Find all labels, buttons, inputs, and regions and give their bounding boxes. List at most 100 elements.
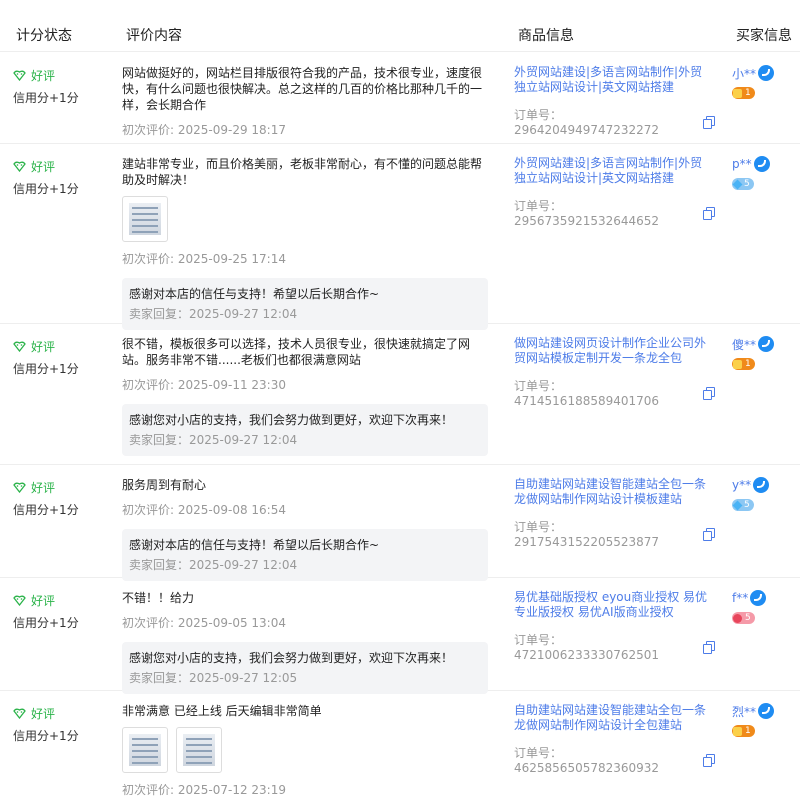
good-rating: 好评 (13, 158, 113, 174)
review-text: 建站非常专业，而且价格美丽，老板非常耐心，有不懂的问题总能帮助及时解决！ (122, 157, 483, 187)
buyer-cell: y** 5 (732, 477, 798, 512)
credit-score: 信用分+1分 (13, 729, 79, 743)
goods-cell: 自助建站网站建设智能建站全包一条龙做网站制作网站设计全包建站 订单号：46258… (514, 703, 715, 775)
copy-icon[interactable] (703, 387, 715, 400)
score-cell: 好评 信用分+1分 (13, 67, 113, 106)
buyer-level-badge: 1 (732, 725, 755, 737)
review-text: 很不错，模板很多可以选择，技术人员很专业，很快速就搞定了网站。服务非常不错...… (122, 337, 471, 367)
review-image[interactable] (122, 196, 168, 242)
goods-cell: 做网站建设网页设计制作企业公司外贸网站模板定制开发一条龙全包 订单号：47145… (514, 336, 715, 408)
goods-cell: 易优基础版授权 eyou商业授权 易优专业版授权 易优AI版商业授权 订单号：4… (514, 590, 715, 662)
copy-icon[interactable] (703, 528, 715, 541)
buyer-nickname: y** (732, 478, 752, 492)
order-number: 订单号：2964204949747232272 (514, 106, 715, 137)
buyer-level-badge: 5 (732, 178, 754, 190)
goods-cell: 自助建站网站建设智能建站全包一条龙做网站制作网站设计模板建站 订单号：29175… (514, 477, 715, 549)
buyer-name: y** (732, 477, 798, 493)
goods-link[interactable]: 做网站建设网页设计制作企业公司外贸网站模板定制开发一条龙全包 (514, 336, 714, 366)
header-goods: 商品信息 (518, 28, 574, 44)
buyer-nickname: 小** (732, 66, 757, 81)
goods-link[interactable]: 易优基础版授权 eyou商业授权 易优专业版授权 易优AI版商业授权 (514, 590, 714, 620)
review-image[interactable] (176, 727, 222, 773)
heart-icon (733, 613, 742, 623)
goods-link[interactable]: 外贸网站建设|多语言网站制作|外贸独立站网站设计|英文网站搭建 (514, 156, 714, 186)
header-score: 计分状态 (16, 28, 72, 44)
chat-icon[interactable] (753, 477, 770, 493)
order-number-text: 订单号：4625856505782360932 (514, 746, 660, 775)
buyer-nickname: 烈** (732, 704, 757, 719)
score-cell: 好评 信用分+1分 (13, 705, 113, 744)
buyer-nickname: 傻** (732, 337, 757, 352)
review-date: 初次评价: 2025-09-25 17:14 (122, 252, 286, 266)
buyer-name: 烈** (732, 703, 798, 719)
goods-link[interactable]: 外贸网站建设|多语言网站制作|外贸独立站网站设计|英文网站搭建 (514, 65, 714, 95)
good-rating-icon (13, 341, 26, 352)
seller-reply: 感谢对本店的信任与支持！希望以后长期合作~ 卖家回复：2025-09-27 12… (122, 278, 488, 330)
review-content: 建站非常专业，而且价格美丽，老板非常耐心，有不懂的问题总能帮助及时解决！ 初次评… (122, 156, 492, 330)
rating-label: 好评 (31, 706, 56, 721)
buyer-name: 傻** (732, 336, 798, 352)
review-images (122, 727, 492, 773)
order-number: 订单号：2917543152205523877 (514, 518, 715, 549)
chat-icon[interactable] (750, 590, 767, 606)
bag-icon (733, 88, 742, 98)
rating-label: 好评 (31, 159, 56, 174)
score-cell: 好评 信用分+1分 (13, 592, 113, 631)
order-number-text: 订单号：2964204949747232272 (514, 108, 660, 137)
buyer-level-badge: 5 (732, 499, 754, 511)
copy-icon[interactable] (703, 116, 715, 129)
buyer-name: 小** (732, 65, 798, 81)
copy-icon[interactable] (703, 207, 715, 220)
buyer-cell: 傻** 1 (732, 336, 798, 372)
good-rating: 好评 (13, 479, 113, 495)
goods-link[interactable]: 自助建站网站建设智能建站全包一条龙做网站制作网站设计模板建站 (514, 477, 714, 507)
order-number: 订单号：4714516188589401706 (514, 377, 715, 408)
good-rating-icon (13, 482, 26, 493)
good-rating: 好评 (13, 592, 113, 608)
buyer-cell: f** 5 (732, 590, 798, 626)
credit-score: 信用分+1分 (13, 362, 79, 376)
order-number: 订单号：4721006233330762501 (514, 631, 715, 662)
buyer-level: 1 (745, 88, 751, 98)
chat-icon[interactable] (753, 156, 770, 172)
reply-date: 卖家回复：2025-09-27 12:05 (129, 671, 298, 685)
review-date: 初次评价: 2025-07-12 23:19 (122, 783, 286, 797)
copy-icon[interactable] (703, 754, 715, 767)
review-date: 初次评价: 2025-09-05 13:04 (122, 616, 286, 630)
buyer-name: p** (732, 156, 798, 172)
review-image[interactable] (122, 727, 168, 773)
review-text: 网站做挺好的，网站栏目排版很符合我的产品，技术很专业，速度很快，有什么问题也很快… (122, 66, 483, 112)
credit-score: 信用分+1分 (13, 616, 79, 630)
table-header: 计分状态 评价内容 商品信息 买家信息 (0, 0, 800, 52)
goods-cell: 外贸网站建设|多语言网站制作|外贸独立站网站设计|英文网站搭建 订单号：2964… (514, 65, 715, 137)
bag-icon (733, 359, 742, 369)
review-images (122, 196, 492, 242)
goods-cell: 外贸网站建设|多语言网站制作|外贸独立站网站设计|英文网站搭建 订单号：2956… (514, 156, 715, 228)
rating-label: 好评 (31, 68, 56, 83)
seller-reply: 感谢您对小店的支持，我们会努力做到更好，欢迎下次再来！ 卖家回复：2025-09… (122, 642, 488, 694)
review-row: 好评 信用分+1分 不错！！给力 初次评价: 2025-09-05 13:04 … (0, 578, 800, 694)
chat-icon[interactable] (758, 336, 775, 352)
chat-icon[interactable] (758, 65, 775, 81)
buyer-level: 5 (744, 179, 750, 189)
review-content: 服务周到有耐心 初次评价: 2025-09-08 16:54 感谢对本店的信任与… (122, 477, 492, 581)
chat-icon[interactable] (758, 703, 775, 719)
score-cell: 好评 信用分+1分 (13, 338, 113, 377)
buyer-level: 1 (745, 359, 751, 369)
review-content: 网站做挺好的，网站栏目排版很符合我的产品，技术很专业，速度很快，有什么问题也很快… (122, 65, 492, 138)
goods-link[interactable]: 自助建站网站建设智能建站全包一条龙做网站制作网站设计全包建站 (514, 703, 714, 733)
good-rating: 好评 (13, 705, 113, 721)
review-date: 初次评价: 2025-09-08 16:54 (122, 503, 286, 517)
copy-icon[interactable] (703, 641, 715, 654)
reply-date: 卖家回复：2025-09-27 12:04 (129, 433, 298, 447)
buyer-level: 1 (745, 726, 751, 736)
reply-text: 感谢对本店的信任与支持！希望以后长期合作~ (129, 287, 380, 301)
order-number-text: 订单号：4721006233330762501 (514, 633, 660, 662)
review-row: 好评 信用分+1分 网站做挺好的，网站栏目排版很符合我的产品，技术很专业，速度很… (0, 53, 800, 144)
seller-reply: 感谢对本店的信任与支持！希望以后长期合作~ 卖家回复：2025-09-27 12… (122, 529, 488, 581)
review-text: 不错！！给力 (122, 591, 195, 605)
buyer-level-badge: 1 (732, 87, 755, 99)
bag-icon (733, 726, 742, 736)
review-content: 非常满意 已经上线 后天编辑非常简单 初次评价: 2025-07-12 23:1… (122, 703, 492, 798)
buyer-nickname: p** (732, 157, 752, 171)
